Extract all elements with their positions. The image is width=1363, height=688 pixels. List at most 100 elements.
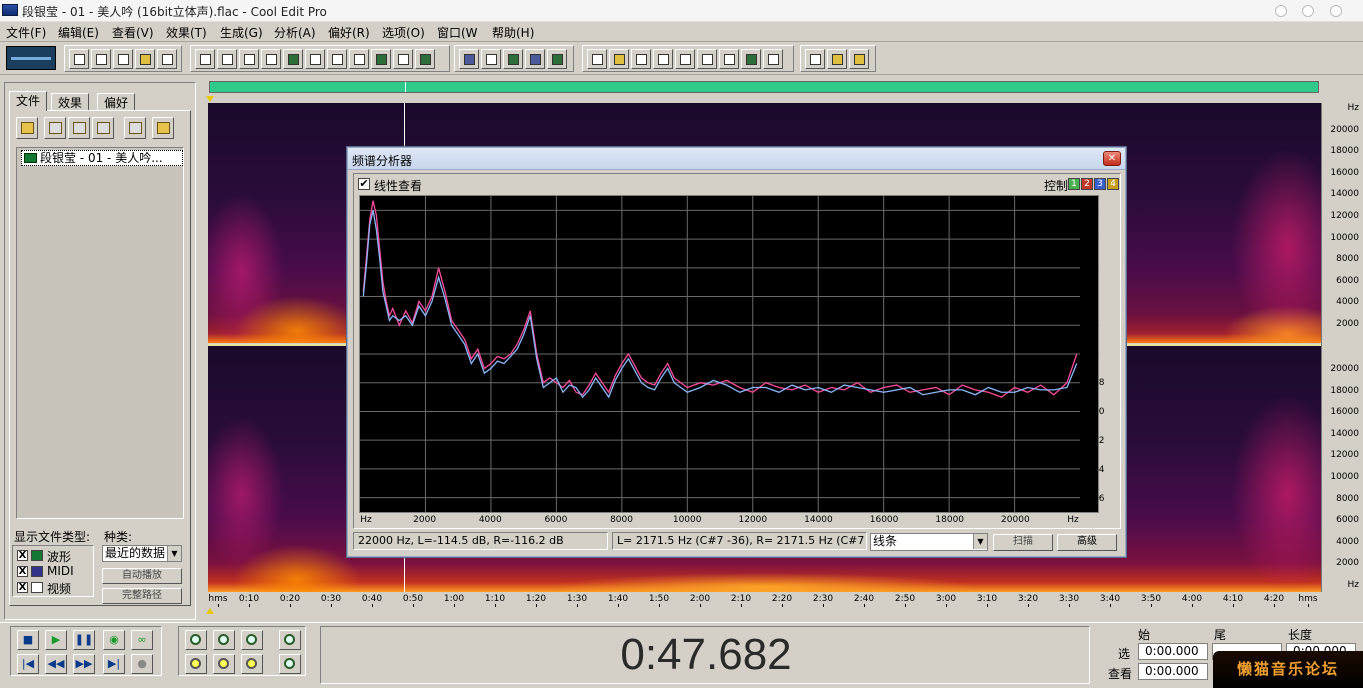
auto-play-button[interactable]: 自动播放 — [102, 568, 182, 584]
filter-midi[interactable]: X MIDI — [17, 564, 74, 578]
help-button[interactable] — [849, 49, 869, 69]
edit-tools-button[interactable] — [827, 49, 847, 69]
minimize-button[interactable] — [1275, 5, 1287, 17]
play-to-end-button[interactable]: ◉ — [103, 630, 125, 650]
spectral-phase-button[interactable] — [547, 49, 567, 69]
graph-mode-select[interactable]: 线条 ▼ — [870, 533, 988, 551]
save-button[interactable] — [113, 49, 133, 69]
zoom-out-button[interactable] — [213, 630, 235, 650]
menu-view[interactable]: 查看(V) — [112, 24, 154, 41]
rewind-button[interactable]: ◀◀ — [45, 654, 67, 674]
marker-button[interactable] — [481, 49, 501, 69]
tab-files[interactable]: 文件 — [9, 91, 48, 111]
channel-3-button[interactable]: 3 — [1094, 178, 1106, 190]
menu-favorites[interactable]: 偏好(R) — [328, 24, 370, 41]
paste-new-button[interactable] — [349, 49, 369, 69]
time-window-button[interactable] — [697, 49, 717, 69]
analyzer-close-button[interactable]: ✕ — [1103, 151, 1121, 166]
save-all-button[interactable] — [135, 49, 155, 69]
checkbox-waveform[interactable]: X — [17, 550, 28, 561]
window-1-button[interactable] — [587, 49, 607, 69]
play-button[interactable]: ▶ — [45, 630, 67, 650]
cut-button[interactable] — [305, 49, 325, 69]
filter-video[interactable]: X 视频 — [17, 580, 71, 597]
spectrum-plot[interactable] — [359, 195, 1099, 513]
zoom-window-button[interactable] — [675, 49, 695, 69]
menu-generate[interactable]: 生成(G) — [220, 24, 263, 41]
tab-favorites[interactable]: 偏好 — [97, 93, 136, 111]
insert-button[interactable] — [68, 117, 90, 139]
menu-edit[interactable]: 编辑(E) — [58, 24, 99, 41]
selection-start-field[interactable]: 0:00.000 — [1138, 643, 1208, 660]
record-button[interactable]: ● — [131, 654, 153, 674]
zoom-in-vertical-button[interactable] — [279, 630, 301, 650]
meter-window-button[interactable] — [741, 49, 761, 69]
go-to-start-button[interactable]: |◀ — [17, 654, 39, 674]
mix-paste-button[interactable] — [371, 49, 391, 69]
stop-button[interactable]: ■ — [17, 630, 39, 650]
zoom-right-button[interactable] — [241, 654, 263, 674]
pause-button[interactable]: ❚❚ — [73, 630, 95, 650]
loop-button[interactable]: ∞ — [131, 630, 153, 650]
analyzer-title-bar[interactable]: 频谱分析器 ✕ — [348, 148, 1125, 170]
file-list[interactable]: 段银莹 - 01 - 美人吟... — [16, 147, 184, 519]
redo-button[interactable] — [217, 49, 237, 69]
channel-2-button[interactable]: 2 — [1081, 178, 1093, 190]
spectral-view-button[interactable] — [503, 49, 523, 69]
zoom-full-button[interactable] — [241, 630, 263, 650]
open-file-button[interactable] — [16, 117, 38, 139]
menu-effects[interactable]: 效果(T) — [166, 24, 207, 41]
sort-select[interactable]: 最近的数据 ▼ — [102, 545, 182, 562]
tab-effects[interactable]: 效果 — [51, 93, 90, 111]
copy-button[interactable] — [261, 49, 281, 69]
zoom-in-button[interactable] — [185, 630, 207, 650]
open-button[interactable] — [91, 49, 111, 69]
zero-crossing-button[interactable] — [415, 49, 435, 69]
new-file-button[interactable] — [69, 49, 89, 69]
start-marker-icon[interactable] — [206, 96, 214, 102]
view-start-field[interactable]: 0:00.000 — [1138, 663, 1208, 680]
end-marker-icon[interactable] — [206, 608, 214, 614]
repeat-button[interactable] — [239, 49, 259, 69]
channel-4-button[interactable]: 4 — [1107, 178, 1119, 190]
menu-analyze[interactable]: 分析(A) — [274, 24, 316, 41]
copy-new-button[interactable] — [283, 49, 303, 69]
maximize-button[interactable] — [1302, 5, 1314, 17]
status-window-button[interactable] — [763, 49, 783, 69]
trim-button[interactable] — [393, 49, 413, 69]
go-to-end-button[interactable]: ▶| — [103, 654, 125, 674]
linear-view-toggle[interactable]: ✔ 线性查看 — [358, 177, 422, 194]
zoom-selection-button[interactable] — [213, 654, 235, 674]
spectral-pan-button[interactable] — [525, 49, 545, 69]
close-file-button[interactable] — [157, 49, 177, 69]
checkbox-midi[interactable]: X — [17, 566, 28, 577]
time-ruler[interactable]: hms 0:10 0:20 0:30 0:40 0:50 1:00 1:10 1:20 1:30 1… — [208, 593, 1321, 607]
menu-window[interactable]: 窗口(W — [437, 24, 478, 41]
window-2-button[interactable] — [609, 49, 629, 69]
full-path-button[interactable]: 完整路径 — [102, 588, 182, 604]
advanced-button[interactable]: 高级 — [1057, 534, 1117, 551]
channel-1-button[interactable]: 1 — [1068, 178, 1080, 190]
waveform-view-button[interactable] — [459, 49, 479, 69]
organizer-settings-button[interactable] — [124, 117, 146, 139]
play-window-button[interactable] — [653, 49, 673, 69]
menu-file[interactable]: 文件(F) — [6, 24, 46, 41]
checkbox-video[interactable]: X — [17, 582, 28, 593]
menu-options[interactable]: 选项(O) — [382, 24, 425, 41]
multitrack-toggle-button[interactable] — [6, 46, 56, 70]
undo-button[interactable] — [195, 49, 215, 69]
paste-button[interactable] — [327, 49, 347, 69]
level-window-button[interactable] — [719, 49, 739, 69]
linear-view-checkbox[interactable]: ✔ — [358, 178, 370, 190]
close-file-panel-button[interactable] — [44, 117, 66, 139]
scan-button[interactable]: 扫描 — [993, 534, 1053, 551]
multitrack-insert-button[interactable] — [92, 117, 114, 139]
settings-button[interactable] — [805, 49, 825, 69]
zoom-left-button[interactable] — [185, 654, 207, 674]
filter-waveform[interactable]: X 波形 — [17, 548, 71, 565]
list-item[interactable]: 段银莹 - 01 - 美人吟... — [21, 150, 183, 166]
zoom-out-vertical-button[interactable] — [279, 654, 301, 674]
fast-forward-button[interactable]: ▶▶ — [73, 654, 95, 674]
menu-help[interactable]: 帮助(H) — [492, 24, 534, 41]
close-button[interactable] — [1330, 5, 1342, 17]
